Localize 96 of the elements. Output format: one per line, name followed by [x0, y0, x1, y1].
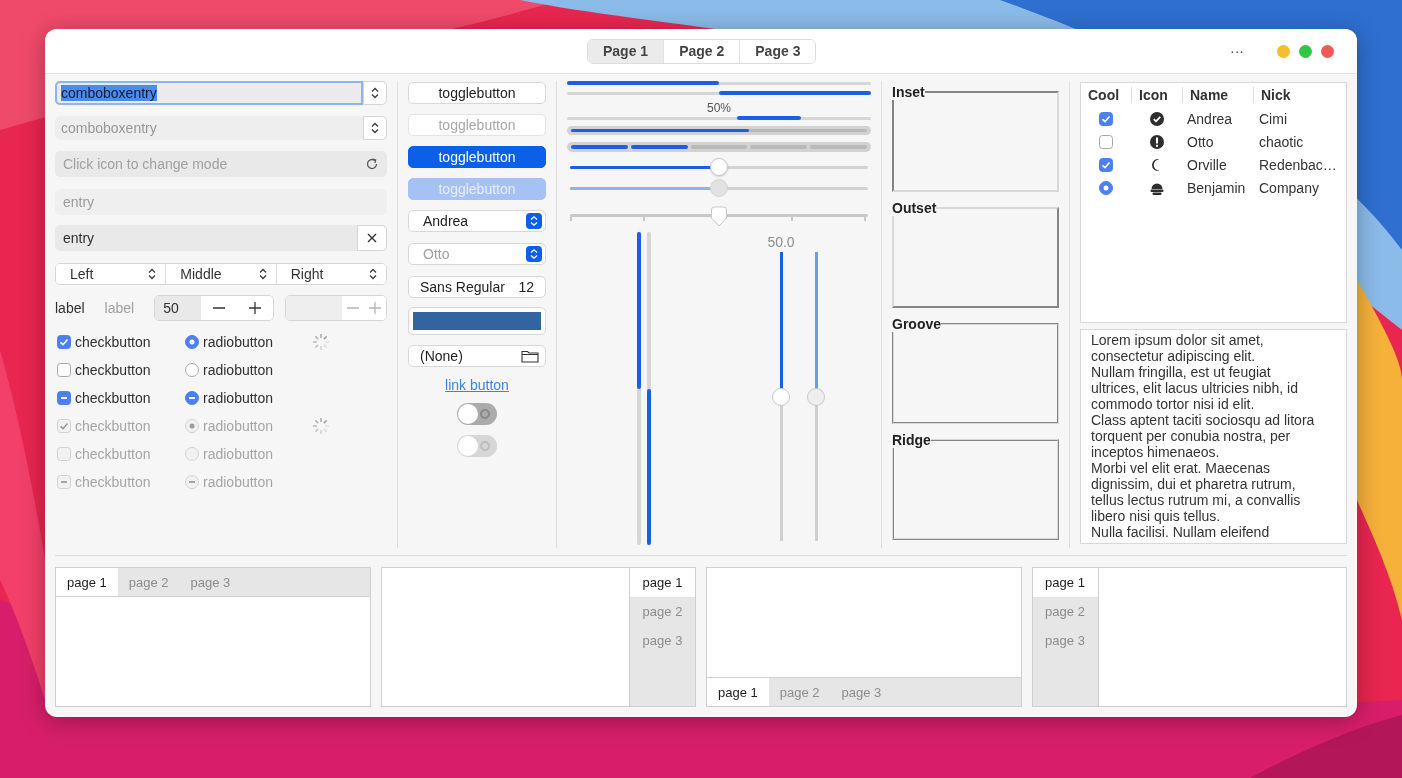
maximize-button[interactable]	[1299, 44, 1312, 58]
checkbox[interactable]	[57, 363, 71, 377]
updown-icon	[370, 86, 380, 100]
combo-box[interactable]: Andrea	[408, 210, 546, 232]
radio-label: radiobutton	[203, 390, 274, 406]
radio-label: radiobutton	[203, 474, 274, 490]
check-circle-icon	[1148, 110, 1165, 127]
close-icon	[367, 233, 377, 243]
table-cell-text: Cimi	[1258, 110, 1288, 127]
column-header[interactable]: Cool	[1081, 87, 1131, 103]
font-button[interactable]: Sans Regular 12	[408, 276, 546, 298]
slider[interactable]	[772, 252, 790, 541]
paragraph: Morbi vel elit erat. Maecenas dignissim, dui et pharetra rutrum, tellus lectus rutrum mi, a convallis libero nisi quis tellus.	[1091, 460, 1302, 524]
radio-label: radiobutton	[203, 362, 274, 378]
checkbox-label: checkbutton	[75, 446, 151, 462]
radio-button[interactable]	[1099, 180, 1113, 195]
paragraph: Class aptent taciti sociosqu ad litora torquent per conubia nostra, per inceptos himenaeos.	[1091, 412, 1315, 460]
plus-icon	[369, 302, 381, 314]
spin-field[interactable]: 50	[155, 296, 202, 320]
checkbox[interactable]	[1099, 111, 1113, 126]
frame-label: Inset	[892, 84, 925, 100]
text-field[interactable]: entry	[55, 225, 387, 251]
tab[interactable]: page 1	[56, 568, 118, 596]
toggle-button[interactable]: togglebutton	[408, 146, 546, 168]
slider[interactable]	[570, 157, 868, 177]
dropdown-button[interactable]	[363, 81, 387, 105]
radio-label: radiobutton	[203, 418, 274, 434]
plus-icon	[249, 302, 262, 314]
font-name: Sans Regular	[420, 279, 505, 295]
radio-button[interactable]	[185, 391, 199, 405]
switch[interactable]	[457, 403, 497, 425]
paragraph: Nullam fringilla, est ut feugiat ultrices, elit lacus ultricies nibh, id commodo tortor nisi id elit.	[1091, 364, 1299, 412]
table-cell-text: Company	[1258, 179, 1320, 196]
dropdown-button[interactable]	[363, 116, 387, 140]
slider-thumb[interactable]	[710, 158, 728, 176]
checkbox[interactable]	[1099, 134, 1113, 149]
slider-thumb[interactable]	[710, 206, 728, 228]
file-chooser-button[interactable]: (None)	[408, 345, 546, 367]
updown-icon	[368, 267, 378, 281]
slider-value: 50.0	[767, 234, 795, 250]
menu-button[interactable]: ···	[1226, 43, 1248, 59]
column-header[interactable]: Nick	[1253, 87, 1346, 103]
updown-icon	[526, 246, 542, 262]
font-size: 12	[518, 279, 534, 295]
table-cell-text: Otto	[1186, 133, 1215, 150]
checkbox[interactable]	[57, 335, 71, 349]
checkbox-label: checkbutton	[75, 418, 151, 434]
entry-text: comboboxentry	[61, 120, 157, 136]
radio-button[interactable]	[185, 335, 199, 349]
radio-button[interactable]	[185, 363, 199, 377]
minimize-button[interactable]	[1277, 44, 1290, 58]
updown-icon	[370, 121, 380, 135]
table-cell-text: Benjamin	[1186, 179, 1247, 196]
tab[interactable]: Page 1	[588, 39, 664, 63]
refresh-icon[interactable]	[365, 157, 379, 171]
checkbox[interactable]	[57, 391, 71, 405]
table-cell-text: chaotic	[1258, 133, 1305, 150]
paragraph: Lorem ipsum dolor sit amet, consectetur adipiscing elit.	[1091, 332, 1265, 364]
radio-label: radiobutton	[203, 446, 274, 462]
slider-thumb[interactable]	[772, 387, 790, 406]
progress-text: 50%	[706, 101, 732, 115]
tab[interactable]: page 1	[1032, 568, 1098, 597]
label: label	[104, 300, 135, 316]
toggle-button[interactable]: togglebutton	[408, 82, 546, 104]
clear-button[interactable]	[357, 225, 387, 251]
dropdown[interactable]: Right	[275, 264, 386, 284]
frame-label: Groove	[892, 316, 941, 332]
checkbox[interactable]	[1099, 157, 1113, 172]
column-header[interactable]: Icon	[1131, 87, 1182, 103]
exclamation-icon	[1148, 133, 1165, 150]
tab[interactable]: Page 3	[739, 39, 816, 63]
combo-entry[interactable]: comboboxentry	[55, 81, 363, 105]
entry-text: comboboxentry	[61, 85, 157, 101]
paragraph: Nulla facilisi. Nullam eleifend	[1091, 524, 1271, 540]
updown-icon	[147, 267, 158, 281]
checkbox-label: checkbutton	[75, 474, 151, 490]
color-button[interactable]	[408, 307, 546, 335]
checkbox-label: checkbutton	[75, 334, 151, 350]
frame-label: Outset	[892, 200, 937, 216]
table-cell-text: Orville	[1186, 156, 1228, 173]
checkbox-label: checkbutton	[75, 362, 151, 378]
folder-icon	[521, 349, 539, 363]
updown-icon	[526, 213, 542, 229]
column-header[interactable]: Name	[1182, 87, 1253, 103]
tab[interactable]: page 1	[707, 678, 769, 706]
updown-icon	[257, 267, 268, 281]
link[interactable]: link button	[445, 377, 509, 393]
tab[interactable]: page 1	[630, 568, 695, 597]
radio-label: radiobutton	[203, 334, 274, 350]
frame-label: Ridge	[892, 432, 931, 448]
close-button[interactable]	[1321, 44, 1334, 58]
table-cell-text: Redenbac…	[1258, 156, 1338, 173]
spin-button[interactable]: 50	[154, 295, 275, 321]
label: label	[55, 300, 85, 316]
table-cell-text: Andrea	[1186, 110, 1234, 127]
checkbox-label: checkbutton	[75, 390, 151, 406]
